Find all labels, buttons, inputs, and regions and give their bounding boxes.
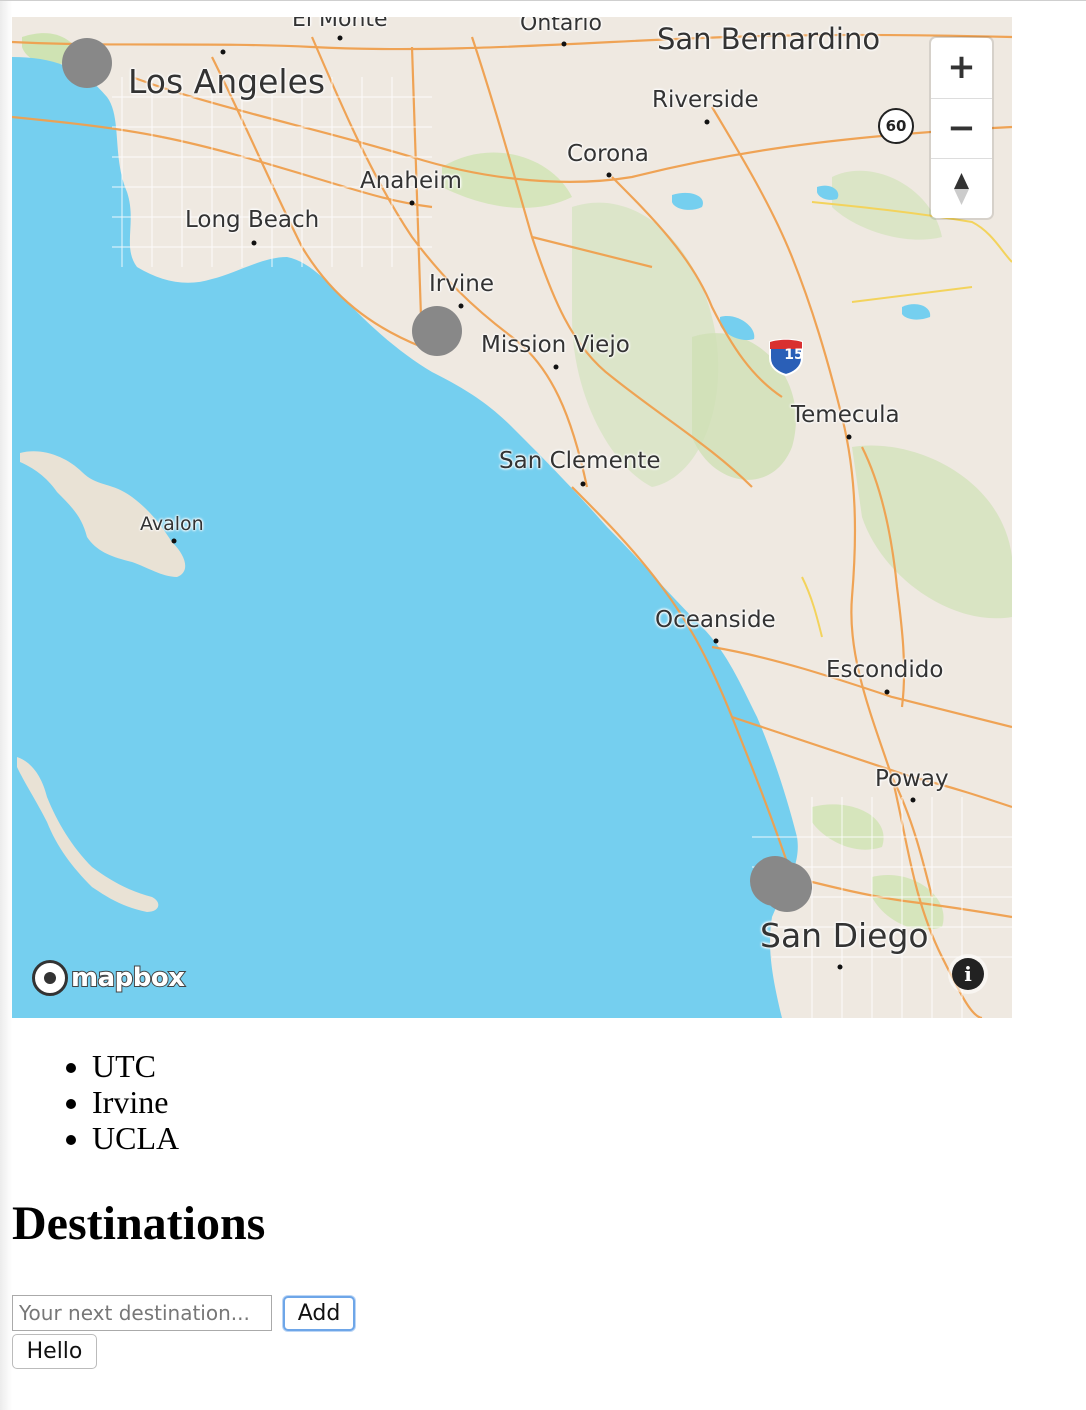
place-dot <box>553 364 559 370</box>
place-label-ontario: Ontario <box>520 17 602 36</box>
compass-icon <box>954 173 969 205</box>
place-label-poway: Poway <box>875 766 949 792</box>
mapbox-logo-icon <box>32 960 68 996</box>
place-label-temecula: Temecula <box>791 402 900 428</box>
place-label-mission-viejo: Mission Viejo <box>481 332 630 358</box>
mapbox-logo-text: mapbox <box>70 962 186 994</box>
hello-button[interactable]: Hello <box>12 1334 97 1369</box>
place-dot <box>251 240 257 246</box>
place-dot <box>409 200 415 206</box>
state-route-shield: 60 <box>878 108 914 144</box>
place-dot <box>580 481 586 487</box>
plus-icon: + <box>947 47 976 87</box>
list-item: UTC <box>92 1048 179 1084</box>
destination-list: UTC Irvine UCLA <box>52 1048 179 1156</box>
zoom-in-button[interactable]: + <box>931 38 992 98</box>
place-dot <box>884 689 890 695</box>
place-dot <box>458 303 464 309</box>
compass-button[interactable] <box>931 158 992 218</box>
page-title: Destinations <box>12 1197 266 1250</box>
map-canvas[interactable]: 60 15 El Monte Ontario San Bernardino Lo… <box>12 17 1012 1018</box>
place-label-san-bernardino: San Bernardino <box>657 22 881 56</box>
place-dot <box>606 172 612 178</box>
place-label-san-clemente: San Clemente <box>499 448 661 474</box>
zoom-out-button[interactable]: − <box>931 98 992 158</box>
place-dot <box>846 434 852 440</box>
interstate-number: 15 <box>784 347 804 363</box>
place-label-irvine: Irvine <box>429 271 494 297</box>
place-label-san-diego: San Diego <box>760 916 929 955</box>
place-dot <box>171 538 177 544</box>
marker-ucla[interactable] <box>62 38 112 88</box>
place-label-long-beach: Long Beach <box>185 207 320 233</box>
place-label-corona: Corona <box>567 141 649 167</box>
list-item: UCLA <box>92 1120 179 1156</box>
place-label-avalon: Avalon <box>140 513 204 535</box>
place-dot <box>704 119 710 125</box>
place-label-anaheim: Anaheim <box>360 168 462 194</box>
list-item: Irvine <box>92 1084 179 1120</box>
place-label-riverside: Riverside <box>652 87 759 113</box>
place-dot <box>910 797 916 803</box>
top-border <box>0 0 1086 1</box>
place-dot <box>837 964 843 970</box>
destination-input[interactable] <box>12 1295 272 1331</box>
place-dot <box>337 35 343 41</box>
attribution-info-button[interactable]: i <box>952 958 984 990</box>
add-button[interactable]: Add <box>283 1296 355 1331</box>
place-label-los-angeles: Los Angeles <box>128 62 326 101</box>
mapbox-logo[interactable]: mapbox <box>32 958 186 998</box>
marker-irvine[interactable] <box>412 306 462 356</box>
place-label-escondido: Escondido <box>826 657 944 683</box>
place-dot <box>713 638 719 644</box>
minus-icon: − <box>947 108 976 148</box>
place-label-el-monte: El Monte <box>292 17 388 32</box>
map-navigation-controls: + − <box>931 38 992 218</box>
place-label-oceanside: Oceanside <box>655 607 776 633</box>
place-dot <box>561 41 567 47</box>
window-left-shade <box>0 1 12 1410</box>
marker-utc-overlap[interactable] <box>762 862 812 912</box>
place-dot <box>220 49 226 55</box>
